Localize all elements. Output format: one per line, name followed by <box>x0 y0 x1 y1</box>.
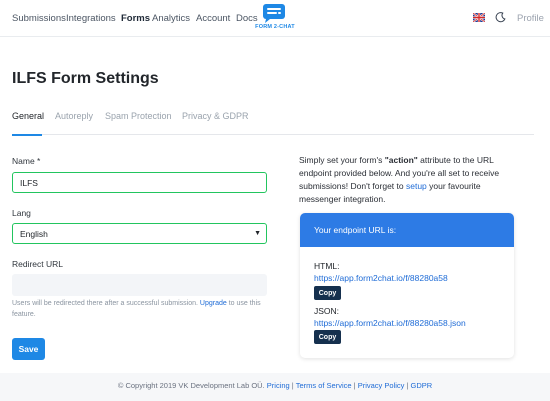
save-button[interactable]: Save <box>12 338 45 360</box>
endpoint-instructions: Simply set your form's "action" attribut… <box>299 154 521 206</box>
footer-link-pricing[interactable]: Pricing <box>267 381 290 390</box>
active-tab-indicator <box>12 134 42 136</box>
settings-tabs: General Autoreply Spam Protection Privac… <box>12 111 534 136</box>
lang-selected-value: English <box>20 229 48 239</box>
nav-submissions[interactable]: Submissions <box>12 13 66 24</box>
html-endpoint-label: HTML: <box>314 261 340 271</box>
endpoint-card-header: Your endpoint URL is: <box>300 213 514 247</box>
json-endpoint-url[interactable]: https://app.form2chat.io/f/88280a58.json <box>314 318 466 328</box>
caret-down-icon: ▼ <box>254 230 261 237</box>
json-endpoint-label: JSON: <box>314 306 340 316</box>
footer-link-gdpr[interactable]: GDPR <box>411 381 433 390</box>
tab-privacy-gdpr[interactable]: Privacy & GDPR <box>182 111 249 121</box>
name-input[interactable]: ILFS <box>12 172 267 193</box>
name-label: Name * <box>12 156 41 166</box>
hint-text: Users will be redirected there after a s… <box>12 300 198 307</box>
moon-icon[interactable] <box>495 12 506 23</box>
nav-account[interactable]: Account <box>196 13 230 24</box>
nav-profile[interactable]: Profile <box>517 13 544 24</box>
intro-text-1: Simply set your form's <box>299 155 385 165</box>
tab-spam-protection[interactable]: Spam Protection <box>105 111 172 121</box>
footer-copyright: © Copyright 2019 VK Development Lab OÜ. <box>117 381 265 390</box>
nav-forms[interactable]: Forms <box>121 13 150 24</box>
intro-action-keyword: "action" <box>384 155 418 165</box>
logo-text: FORM 2-CHAT <box>255 24 295 30</box>
settings-panel: ILFS Form Settings General Autoreply Spa… <box>0 37 550 373</box>
tab-autoreply[interactable]: Autoreply <box>55 111 93 121</box>
top-navbar: Submissions Integrations Forms Analytics… <box>0 0 550 37</box>
lang-label: Lang <box>12 208 31 218</box>
nav-analytics[interactable]: Analytics <box>152 13 190 24</box>
html-endpoint-url[interactable]: https://app.form2chat.io/f/88280a58 <box>314 273 448 283</box>
redirect-hint: Users will be redirected there after a s… <box>12 298 270 320</box>
redirect-url-label: Redirect URL <box>12 259 64 269</box>
uk-flag-icon[interactable] <box>473 13 485 22</box>
nav-integrations[interactable]: Integrations <box>66 13 116 24</box>
upgrade-link[interactable]: Upgrade <box>200 300 227 307</box>
tab-general[interactable]: General <box>12 111 44 121</box>
footer-link-privacy[interactable]: Privacy Policy <box>358 381 405 390</box>
footer-link-terms[interactable]: Terms of Service <box>296 381 352 390</box>
copy-html-url-button[interactable]: Copy <box>314 286 341 300</box>
footer: © Copyright 2019 VK Development Lab OÜ. … <box>0 381 550 390</box>
page-title: ILFS Form Settings <box>12 70 159 87</box>
lang-select[interactable]: English ▼ <box>12 223 267 244</box>
setup-link[interactable]: setup <box>406 181 427 191</box>
copy-json-url-button[interactable]: Copy <box>314 330 341 344</box>
redirect-url-input[interactable] <box>12 274 267 296</box>
endpoint-card: Your endpoint URL is: HTML: https://app.… <box>300 213 514 358</box>
